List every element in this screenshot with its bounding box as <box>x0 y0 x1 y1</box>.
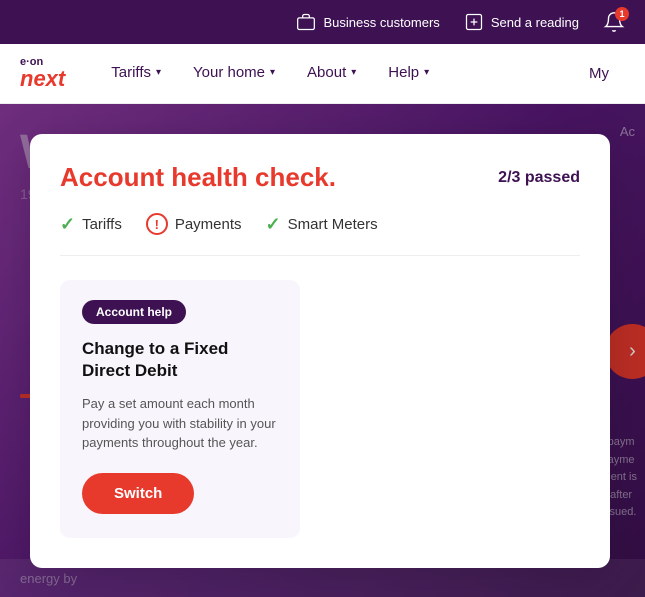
send-reading-label: Send a reading <box>491 15 579 30</box>
nav-item-about[interactable]: About ▾ <box>291 44 372 104</box>
check-payments: ! Payments <box>146 213 242 235</box>
business-customers-link[interactable]: Business customers <box>296 12 439 32</box>
modal-header: Account health check. 2/3 passed <box>60 162 580 193</box>
send-reading-link[interactable]: Send a reading <box>464 12 579 32</box>
nav-item-my[interactable]: My <box>573 44 625 104</box>
top-bar: Business customers Send a reading 1 <box>0 0 645 44</box>
modal-checks: ✓ Tariffs ! Payments ✓ Smart Meters <box>60 213 580 256</box>
tariffs-check-icon: ✓ <box>60 214 75 235</box>
my-label: My <box>589 65 609 82</box>
main-nav: e·on next Tariffs ▾ Your home ▾ About ▾ … <box>0 44 645 104</box>
your-home-chevron: ▾ <box>270 67 275 78</box>
tariffs-label: Tariffs <box>111 64 151 81</box>
help-label: Help <box>388 64 419 81</box>
help-chevron: ▾ <box>424 67 429 78</box>
card-badge: Account help <box>82 300 186 324</box>
check-smart-meters: ✓ Smart Meters <box>266 214 378 235</box>
notification-badge: 1 <box>615 7 629 21</box>
modal-passed: 2/3 passed <box>498 169 580 187</box>
business-customers-label: Business customers <box>323 15 439 30</box>
card-description: Pay a set amount each month providing yo… <box>82 394 278 453</box>
nav-item-tariffs[interactable]: Tariffs ▾ <box>95 44 177 104</box>
smart-meters-check-label: Smart Meters <box>288 216 378 233</box>
notification-icon[interactable]: 1 <box>603 11 625 33</box>
logo[interactable]: e·on next <box>20 57 65 90</box>
meter-icon <box>464 12 484 32</box>
health-check-modal: Account health check. 2/3 passed ✓ Tarif… <box>30 134 610 568</box>
modal-title: Account health check. <box>60 162 336 193</box>
nav-item-your-home[interactable]: Your home ▾ <box>177 44 291 104</box>
card-title: Change to a Fixed Direct Debit <box>82 338 278 382</box>
tariffs-check-label: Tariffs <box>82 216 122 233</box>
modal-overlay: Account health check. 2/3 passed ✓ Tarif… <box>0 104 645 597</box>
account-help-card: Account help Change to a Fixed Direct De… <box>60 280 300 538</box>
nav-item-help[interactable]: Help ▾ <box>372 44 445 104</box>
smart-meters-check-icon: ✓ <box>266 214 281 235</box>
logo-next: next <box>20 68 65 90</box>
about-chevron: ▾ <box>351 67 356 78</box>
switch-button[interactable]: Switch <box>82 473 194 514</box>
payments-check-label: Payments <box>175 216 242 233</box>
about-label: About <box>307 64 346 81</box>
payments-warn-icon: ! <box>146 213 168 235</box>
briefcase-icon <box>296 12 316 32</box>
nav-items: Tariffs ▾ Your home ▾ About ▾ Help ▾ <box>95 44 573 104</box>
your-home-label: Your home <box>193 64 265 81</box>
tariffs-chevron: ▾ <box>156 67 161 78</box>
check-tariffs: ✓ Tariffs <box>60 214 122 235</box>
